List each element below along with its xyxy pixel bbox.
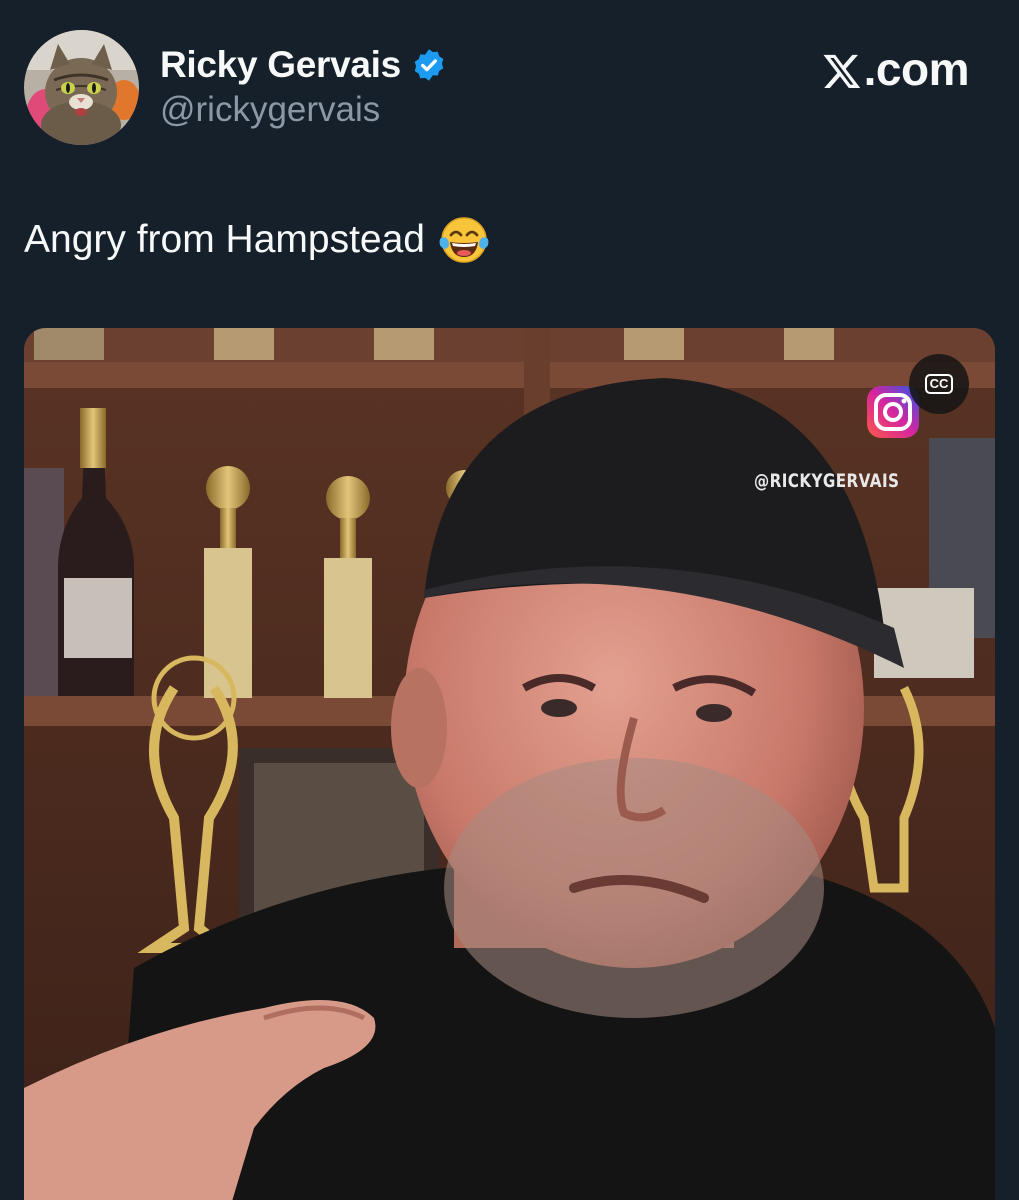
video-frame (24, 328, 995, 1200)
x-logo-icon (823, 54, 860, 88)
cc-icon: CC (924, 374, 954, 394)
tears-of-joy-emoji-icon (437, 213, 491, 267)
author-display-name[interactable]: Ricky Gervais (160, 44, 401, 86)
tweet-text: Angry from Hampstead (24, 218, 425, 261)
author-handle[interactable]: @rickygervais (160, 90, 447, 130)
video-watermark: @RICKYGERVAIS (754, 470, 900, 492)
author-names: Ricky Gervais @rickygervais (160, 44, 447, 130)
verified-badge-icon (411, 47, 447, 83)
site-brand: .com (822, 42, 970, 96)
cat-avatar-icon (24, 30, 139, 145)
tweet-header: Ricky Gervais @rickygervais (24, 30, 447, 145)
avatar[interactable] (24, 30, 139, 145)
name-row: Ricky Gervais (160, 44, 447, 86)
tweet-body: Angry from Hampstead (24, 213, 491, 267)
site-domain-label: .com (863, 43, 970, 95)
captions-button[interactable]: CC (909, 354, 969, 414)
video-player[interactable]: @RICKYGERVAIS CC (24, 328, 995, 1200)
tweet-screenshot: Ricky Gervais @rickygervais .com Angry f… (0, 0, 1019, 1200)
